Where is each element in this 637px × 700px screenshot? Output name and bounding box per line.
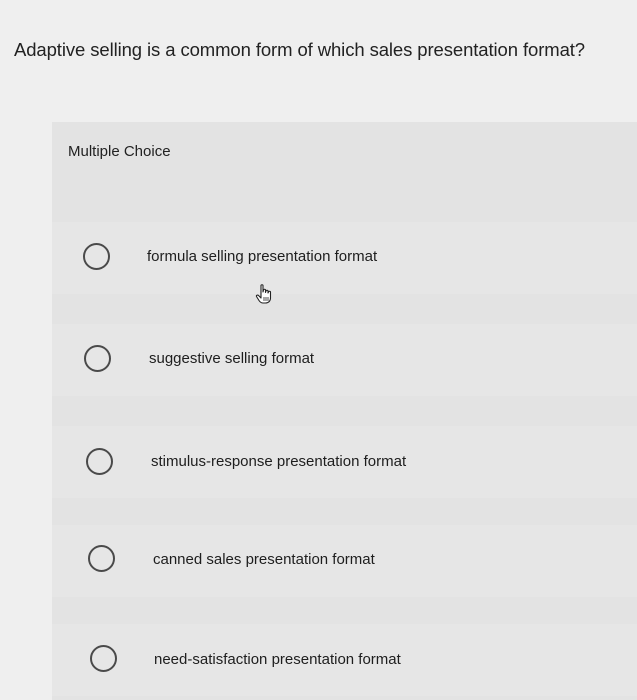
radio-button[interactable] (86, 448, 113, 475)
answer-panel (52, 122, 637, 700)
option-label[interactable]: suggestive selling format (149, 350, 314, 367)
option-row[interactable] (52, 324, 637, 396)
question-type-label: Multiple Choice (68, 143, 171, 160)
question-text: Adaptive selling is a common form of whi… (14, 39, 585, 60)
hand-pointer-icon (255, 284, 272, 304)
radio-button[interactable] (84, 345, 111, 372)
option-label[interactable]: stimulus-response presentation format (151, 453, 406, 470)
radio-button[interactable] (90, 645, 117, 672)
option-label[interactable]: formula selling presentation format (147, 248, 377, 265)
option-label[interactable]: canned sales presentation format (153, 551, 375, 568)
radio-button[interactable] (83, 243, 110, 270)
option-label[interactable]: need-satisfaction presentation format (154, 651, 401, 668)
radio-button[interactable] (88, 545, 115, 572)
